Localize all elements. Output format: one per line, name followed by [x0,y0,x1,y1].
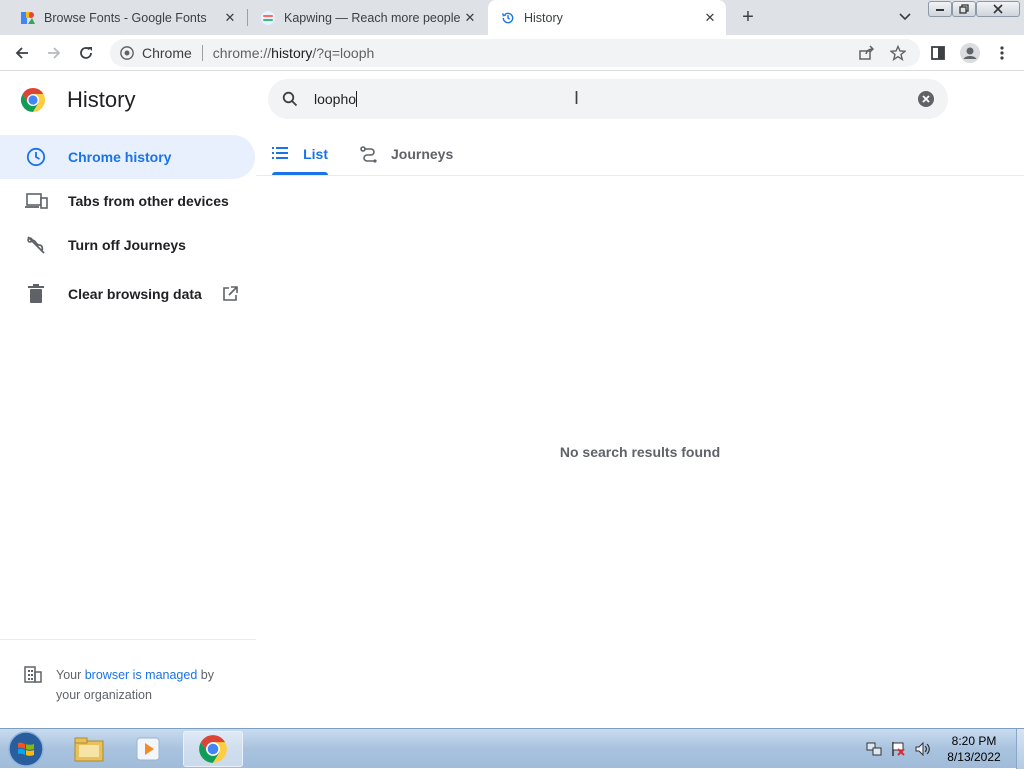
back-button[interactable] [10,41,34,65]
domain-building-icon [24,665,42,683]
tab-title: History [524,10,563,25]
external-link-icon [222,286,238,302]
devices-icon [24,189,48,213]
sidebar: Chrome history Tabs from other devices T… [0,72,256,728]
clear-search-icon[interactable] [918,91,934,107]
tab-label: List [303,146,328,162]
search-icon [280,89,300,109]
media-player-icon[interactable] [120,731,178,767]
profile-avatar[interactable] [958,41,982,65]
omnibox-divider [201,45,203,61]
sidebar-item-label: Tabs from other devices [68,193,229,209]
journeys-off-icon [24,233,48,257]
sidebar-item-label: Chrome history [68,149,172,165]
no-results-message: No search results found [559,444,721,460]
list-icon [272,147,289,161]
tab-kapwing[interactable]: Kapwing — Reach more people w ✕ [248,0,486,35]
history-icon [500,10,516,26]
google-fonts-icon [20,10,36,26]
url-host: history [271,45,313,61]
tab-strip: Browse Fonts - Google Fonts ✕ Kapwing — … [0,0,1024,35]
omnibox[interactable]: Chrome chrome://history/?q=looph [110,39,920,67]
start-button[interactable] [6,730,46,768]
text-caret [356,91,358,107]
new-tab-button[interactable]: + [736,6,760,28]
close-tab-icon[interactable]: ✕ [460,8,480,28]
clock-date: 8/13/2022 [947,750,1001,764]
tab-search-chevron-icon[interactable] [894,6,916,28]
clock-icon [24,145,48,169]
system-clock[interactable]: 8:20 PM 8/13/2022 [938,733,1010,765]
managed-line2: your organization [56,688,152,702]
chrome-taskbar-icon[interactable] [183,731,243,767]
managed-link[interactable]: browser is managed [85,668,198,682]
close-tab-icon[interactable]: ✕ [700,8,720,28]
action-center-flag-icon[interactable] [890,741,906,757]
tab-title: Browse Fonts - Google Fonts [44,10,207,25]
show-desktop-button[interactable] [1016,729,1024,769]
sidebar-item-label: Turn off Journeys [68,237,186,253]
sidebar-divider [0,639,256,640]
close-tab-icon[interactable]: ✕ [220,8,240,28]
managed-prefix: Your [56,668,85,682]
tab-history[interactable]: History ✕ [488,0,726,35]
site-label: Chrome [142,45,192,61]
sidebar-item-chrome-history[interactable]: Chrome history [0,135,255,179]
history-page: History loopho I Chrome history Tabs fro… [0,72,1024,728]
forward-button[interactable] [42,41,66,65]
clock-time: 8:20 PM [951,734,997,748]
file-explorer-icon[interactable] [60,731,118,767]
tabs-divider [256,175,1024,176]
sidebar-item-turn-off-journeys[interactable]: Turn off Journeys [0,223,255,267]
managed-suffix: by [197,668,214,682]
minimize-button[interactable] [928,1,952,17]
sidebar-item-tabs-other-devices[interactable]: Tabs from other devices [0,179,255,223]
tab-label: Journeys [391,146,454,162]
search-history-field[interactable]: loopho I [268,79,948,119]
chrome-site-icon [120,45,136,61]
tab-journeys[interactable]: Journeys [360,134,453,174]
url-rest: /?q=looph [312,45,375,61]
tab-google-fonts[interactable]: Browse Fonts - Google Fonts ✕ [0,0,246,35]
bookmark-star-icon[interactable] [886,41,910,65]
network-icon[interactable] [866,741,882,757]
restore-button[interactable] [952,1,976,17]
sidebar-item-label: Clear browsing data [68,286,202,302]
windows-taskbar: 8:20 PM 8/13/2022 [0,728,1024,769]
search-input[interactable]: loopho [314,91,356,107]
text-cursor-icon: I [574,88,580,108]
reload-button[interactable] [74,41,98,65]
kapwing-icon [260,10,276,26]
browser-toolbar: Chrome chrome://history/?q=looph [0,35,1024,71]
journeys-icon [360,145,378,163]
share-icon[interactable] [854,41,878,65]
menu-more-icon[interactable] [990,41,1014,65]
volume-icon[interactable] [914,741,932,757]
tab-list[interactable]: List [272,134,328,174]
close-window-button[interactable] [976,1,1020,17]
sidebar-item-clear-browsing-data[interactable]: Clear browsing data [0,272,255,316]
trash-icon [24,282,48,306]
url-prefix: chrome:// [212,45,272,61]
managed-notice: Your browser is managed by your organiza… [56,665,246,705]
tab-title: Kapwing — Reach more people w [284,10,460,25]
side-panel-icon[interactable] [926,41,950,65]
